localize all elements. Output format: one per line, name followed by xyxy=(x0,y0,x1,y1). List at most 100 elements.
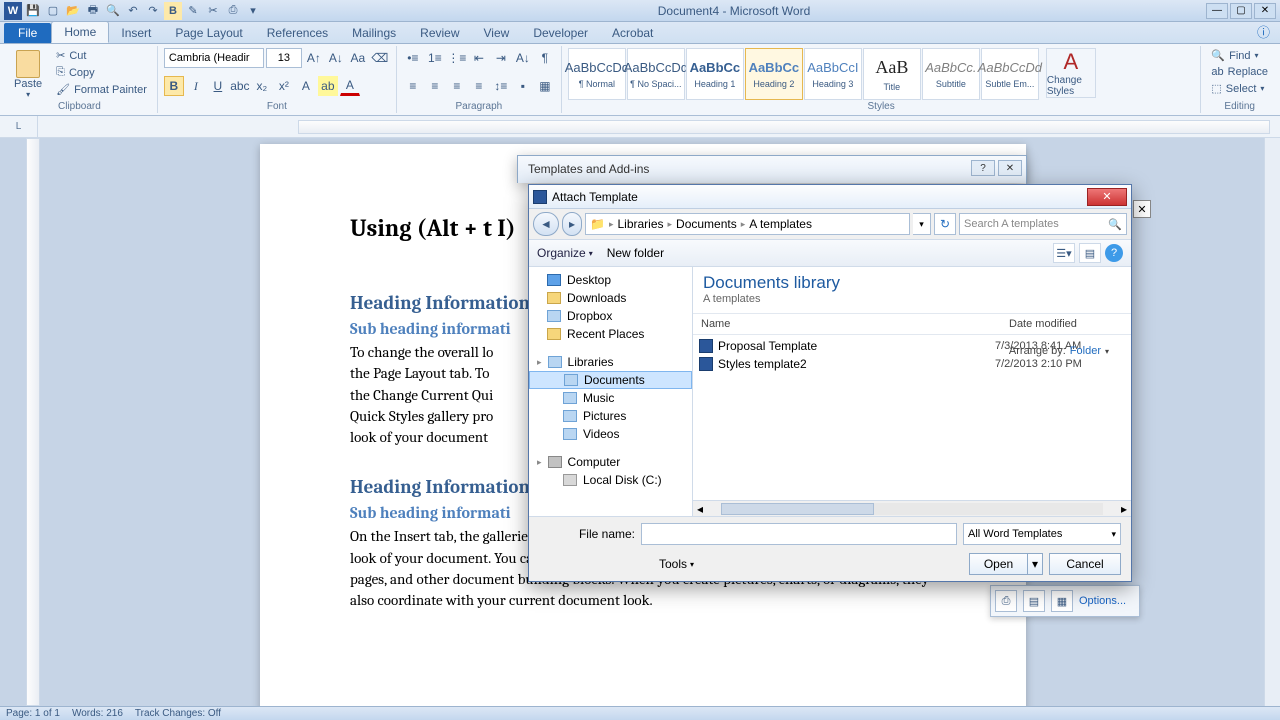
file-list[interactable]: Proposal Template7/3/2013 8:41 AM Styles… xyxy=(693,335,1131,500)
dialog-help-button[interactable]: ? xyxy=(971,160,995,176)
multilevel-icon[interactable]: ⋮≡ xyxy=(447,48,467,68)
line-spacing-icon[interactable]: ↕≡ xyxy=(491,76,511,96)
nav-documents[interactable]: Documents xyxy=(529,371,692,389)
tab-review[interactable]: Review xyxy=(408,23,471,43)
tools-button[interactable]: Tools▾ xyxy=(659,557,694,571)
breadcrumb-item[interactable]: Documents xyxy=(676,217,737,231)
tab-references[interactable]: References xyxy=(255,23,340,43)
text-effects-icon[interactable]: A xyxy=(296,76,316,96)
filename-input[interactable] xyxy=(641,523,957,545)
vertical-scrollbar[interactable] xyxy=(1264,138,1280,706)
new-folder-button[interactable]: New folder xyxy=(607,246,664,260)
change-styles-button[interactable]: AChange Styles xyxy=(1046,48,1096,98)
styles-gallery[interactable]: AaBbCcDd¶ Normal AaBbCcDd¶ No Spaci... A… xyxy=(568,48,1039,100)
bold-button[interactable]: B xyxy=(164,76,184,96)
style-subtitle[interactable]: AaBbCc.Subtitle xyxy=(922,48,980,100)
nav-desktop[interactable]: Desktop xyxy=(529,271,692,289)
nav-pictures[interactable]: Pictures xyxy=(529,407,692,425)
grow-font-icon[interactable]: A↑ xyxy=(304,48,324,68)
save-icon[interactable]: 💾 xyxy=(24,2,42,20)
open-dropdown[interactable]: ▾ xyxy=(1027,553,1043,575)
style-normal[interactable]: AaBbCcDd¶ Normal xyxy=(568,48,626,100)
increase-indent-icon[interactable]: ⇥ xyxy=(491,48,511,68)
style-no-spacing[interactable]: AaBbCcDd¶ No Spaci... xyxy=(627,48,685,100)
address-dropdown[interactable]: ▾ xyxy=(913,213,931,235)
options-link[interactable]: Options... xyxy=(1079,595,1126,607)
undo-icon[interactable]: ↶ xyxy=(124,2,142,20)
qat-dropdown-icon[interactable]: ▾ xyxy=(244,2,262,20)
cut-button[interactable]: ✂Cut xyxy=(52,48,151,63)
nav-computer[interactable]: ▸Computer xyxy=(529,453,692,471)
shading-icon[interactable]: ▪ xyxy=(513,76,533,96)
navigation-pane[interactable]: Desktop Downloads Dropbox Recent Places … xyxy=(529,267,693,516)
filetype-select[interactable]: All Word Templates▾ xyxy=(963,523,1121,545)
preview-pane-button[interactable]: ▤ xyxy=(1079,243,1101,263)
track-changes-status[interactable]: Track Changes: Off xyxy=(135,708,221,719)
column-headers[interactable]: Name Date modified xyxy=(693,313,1131,335)
cancel-button[interactable]: Cancel xyxy=(1049,553,1121,575)
col-name[interactable]: Name xyxy=(693,314,1001,334)
superscript-button[interactable]: x² xyxy=(274,76,294,96)
dialog-close-button[interactable]: ✕ xyxy=(998,160,1022,176)
style-heading1[interactable]: AaBbCcHeading 1 xyxy=(686,48,744,100)
qat-btn[interactable]: ✂ xyxy=(204,2,222,20)
replace-button[interactable]: abReplace xyxy=(1207,65,1272,79)
nav-local-disk[interactable]: Local Disk (C:) xyxy=(529,471,692,489)
bullets-icon[interactable]: •≡ xyxy=(403,48,423,68)
arrange-by[interactable]: Arrange by:Folder▾ xyxy=(1009,345,1109,357)
font-size-select[interactable]: 13 xyxy=(266,48,302,68)
nav-videos[interactable]: Videos xyxy=(529,425,692,443)
justify-icon[interactable]: ≡ xyxy=(469,76,489,96)
subscript-button[interactable]: x₂ xyxy=(252,76,272,96)
organizer-icon[interactable]: ▤ xyxy=(1023,590,1045,612)
panel-close-button[interactable]: ✕ xyxy=(1133,200,1151,218)
address-bar[interactable]: 📁▸ Libraries▸ Documents▸ A templates xyxy=(585,213,910,235)
show-marks-icon[interactable]: ¶ xyxy=(535,48,555,68)
tab-developer[interactable]: Developer xyxy=(521,23,600,43)
tab-acrobat[interactable]: Acrobat xyxy=(600,23,665,43)
nav-dropbox[interactable]: Dropbox xyxy=(529,307,692,325)
tab-insert[interactable]: Insert xyxy=(109,23,163,43)
vertical-ruler[interactable] xyxy=(26,138,40,706)
align-left-icon[interactable]: ≡ xyxy=(403,76,423,96)
new-icon[interactable]: ▢ xyxy=(44,2,62,20)
forward-button[interactable]: ▸ xyxy=(562,212,582,236)
bold-qat-icon[interactable]: B xyxy=(164,2,182,20)
print-icon[interactable]: 🖶 xyxy=(84,2,102,20)
maximize-button[interactable]: ▢ xyxy=(1230,3,1252,19)
word-count[interactable]: Words: 216 xyxy=(72,708,123,719)
nav-music[interactable]: Music xyxy=(529,389,692,407)
strike-button[interactable]: abc xyxy=(230,76,250,96)
breadcrumb-item[interactable]: A templates xyxy=(749,217,812,231)
nav-libraries[interactable]: ▸Libraries xyxy=(529,353,692,371)
file-tab[interactable]: File xyxy=(4,23,51,43)
copy-button[interactable]: ⎘Copy xyxy=(52,65,151,80)
style-heading3[interactable]: AaBbCcIHeading 3 xyxy=(804,48,862,100)
view-button[interactable]: ☰▾ xyxy=(1053,243,1075,263)
page-status[interactable]: Page: 1 of 1 xyxy=(6,708,60,719)
highlight-icon[interactable]: ab xyxy=(318,76,338,96)
breadcrumb-item[interactable]: Libraries xyxy=(617,217,663,231)
nav-recent[interactable]: Recent Places xyxy=(529,325,692,343)
find-button[interactable]: 🔍Find▾ xyxy=(1207,48,1272,63)
file-dialog-close-button[interactable]: ✕ xyxy=(1087,188,1127,206)
close-button[interactable]: ✕ xyxy=(1254,3,1276,19)
sort-icon[interactable]: A↓ xyxy=(513,48,533,68)
redo-icon[interactable]: ↷ xyxy=(144,2,162,20)
tab-view[interactable]: View xyxy=(472,23,522,43)
preview-icon[interactable]: 🔍 xyxy=(104,2,122,20)
align-right-icon[interactable]: ≡ xyxy=(447,76,467,96)
qat-btn[interactable]: ⎙ xyxy=(224,2,242,20)
style-subtle-em[interactable]: AaBbCcDdSubtle Em... xyxy=(981,48,1039,100)
borders-icon[interactable]: ▦ xyxy=(535,76,555,96)
open-icon[interactable]: 📂 xyxy=(64,2,82,20)
format-painter-button[interactable]: 🖌Format Painter xyxy=(52,82,151,97)
tab-home[interactable]: Home xyxy=(51,21,109,43)
back-button[interactable]: ◄ xyxy=(533,212,559,236)
file-row[interactable]: Styles template27/2/2013 2:10 PM xyxy=(693,355,1131,373)
underline-button[interactable]: U xyxy=(208,76,228,96)
nav-downloads[interactable]: Downloads xyxy=(529,289,692,307)
shrink-font-icon[interactable]: A↓ xyxy=(326,48,346,68)
select-button[interactable]: ⬚Select▾ xyxy=(1207,81,1272,96)
decrease-indent-icon[interactable]: ⇤ xyxy=(469,48,489,68)
